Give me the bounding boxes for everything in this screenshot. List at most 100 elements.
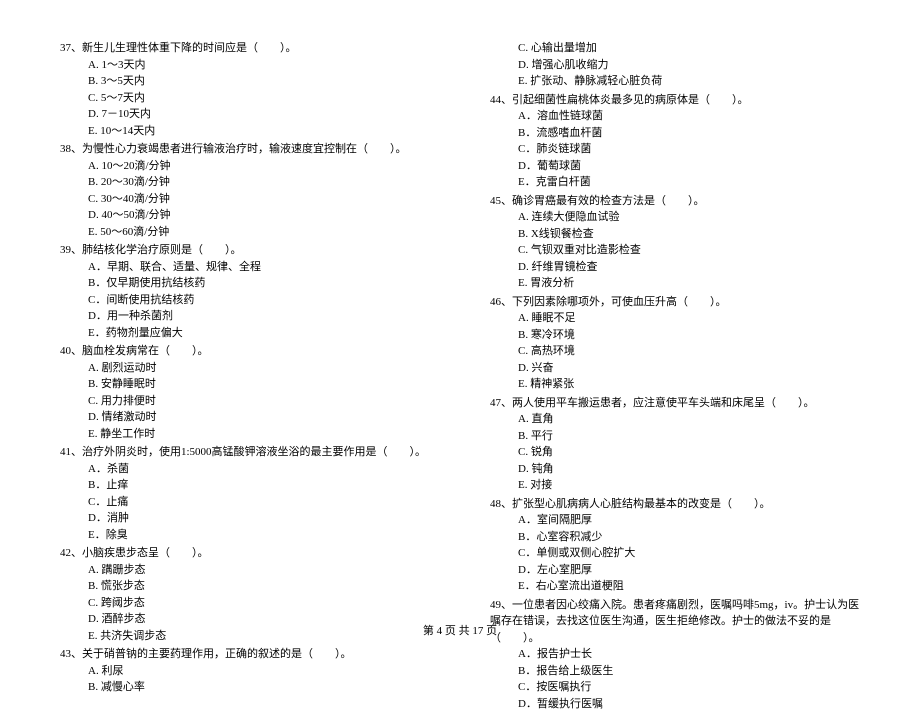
question-stem: 42、小脑疾患步态呈（ ）。: [60, 545, 430, 562]
question-block: 38、为慢性心力衰竭患者进行输液治疗时，输液速度宜控制在（ ）。A. 10～20…: [60, 141, 430, 240]
option-item: B. 安静睡眠时: [88, 376, 430, 393]
options-group: A. 利尿B. 减慢心率: [60, 663, 430, 696]
option-item: C. 心输出量增加: [518, 40, 860, 57]
option-item: A. 10～20滴/分钟: [88, 158, 430, 175]
question-block: 39、肺结核化学治疗原则是（ ）。A．早期、联合、适量、规律、全程B．仅早期使用…: [60, 242, 430, 341]
option-item: B. 20～30滴/分钟: [88, 174, 430, 191]
options-group: A. 直角B. 平行C. 锐角D. 钝角E. 对接: [490, 411, 860, 494]
options-group: C. 心输出量增加D. 增强心肌收缩力E. 扩张动、静脉减轻心脏负荷: [490, 40, 860, 90]
option-item: C. 30～40滴/分钟: [88, 191, 430, 208]
question-block: 44、引起细菌性扁桃体炎最多见的病原体是（ ）。A．溶血性链球菌B．流感嗜血杆菌…: [490, 92, 860, 191]
question-block: 49、一位患者因心绞痛入院。患者疼痛剧烈，医嘱吗啡5mg，iv。护士认为医嘱存在…: [490, 597, 860, 713]
option-item: D. 纤维胃镜检查: [518, 259, 860, 276]
option-item: A. 剧烈运动时: [88, 360, 430, 377]
option-item: B. 减慢心率: [88, 679, 430, 696]
option-item: A. 直角: [518, 411, 860, 428]
question-block: 48、扩张型心肌病病人心脏结构最基本的改变是（ ）。A．室间隔肥厚B．心室容积减…: [490, 496, 860, 595]
option-item: E. 对接: [518, 477, 860, 494]
question-block: C. 心输出量增加D. 增强心肌收缩力E. 扩张动、静脉减轻心脏负荷: [490, 40, 860, 90]
option-item: A．室间隔肥厚: [518, 512, 860, 529]
option-item: E．除臭: [88, 527, 430, 544]
option-item: C．单侧或双侧心腔扩大: [518, 545, 860, 562]
option-item: A. 蹒跚步态: [88, 562, 430, 579]
question-stem: 47、两人使用平车搬运患者，应注意使平车头端和床尾呈（ ）。: [490, 395, 860, 412]
option-item: E．药物剂量应偏大: [88, 325, 430, 342]
option-item: E. 胃液分析: [518, 275, 860, 292]
option-item: D. 钝角: [518, 461, 860, 478]
question-block: 37、新生儿生理性体重下降的时间应是（ ）。A. 1～3天内B. 3～5天内C.…: [60, 40, 430, 139]
option-item: B. 3～5天内: [88, 73, 430, 90]
option-item: E. 静坐工作时: [88, 426, 430, 443]
question-block: 43、关于硝普钠的主要药理作用，正确的叙述的是（ ）。A. 利尿B. 减慢心率: [60, 646, 430, 696]
option-item: A. 1～3天内: [88, 57, 430, 74]
question-block: 47、两人使用平车搬运患者，应注意使平车头端和床尾呈（ ）。A. 直角B. 平行…: [490, 395, 860, 494]
option-item: C. 用力排便时: [88, 393, 430, 410]
option-item: C. 跨阈步态: [88, 595, 430, 612]
question-stem: 43、关于硝普钠的主要药理作用，正确的叙述的是（ ）。: [60, 646, 430, 663]
option-item: D. 兴奋: [518, 360, 860, 377]
option-item: B．流感嗜血杆菌: [518, 125, 860, 142]
option-item: D．左心室肥厚: [518, 562, 860, 579]
option-item: D．消肿: [88, 510, 430, 527]
option-item: A．杀菌: [88, 461, 430, 478]
option-item: C．按医嘱执行: [518, 679, 860, 696]
question-block: 46、下列因素除哪项外，可使血压升高（ ）。A. 睡眠不足B. 寒冷环境C. 高…: [490, 294, 860, 393]
options-group: A. 1～3天内B. 3～5天内C. 5～7天内D. 7－10天内E. 10～1…: [60, 57, 430, 140]
option-item: E. 10～14天内: [88, 123, 430, 140]
option-item: A. 利尿: [88, 663, 430, 680]
question-stem: 38、为慢性心力衰竭患者进行输液治疗时，输液速度宜控制在（ ）。: [60, 141, 430, 158]
option-item: B．报告给上级医生: [518, 663, 860, 680]
question-stem: 46、下列因素除哪项外，可使血压升高（ ）。: [490, 294, 860, 311]
option-item: D．葡萄球菌: [518, 158, 860, 175]
options-group: A．杀菌B．止痒C．止痛D．消肿E．除臭: [60, 461, 430, 544]
option-item: E．右心室流出道梗阻: [518, 578, 860, 595]
question-block: 45、确诊胃癌最有效的检查方法是（ ）。A. 连续大便隐血试验B. X线钡餐检查…: [490, 193, 860, 292]
question-stem: 44、引起细菌性扁桃体炎最多见的病原体是（ ）。: [490, 92, 860, 109]
options-group: A. 睡眠不足B. 寒冷环境C. 高热环境D. 兴奋E. 精神紧张: [490, 310, 860, 393]
option-item: D. 情绪激动时: [88, 409, 430, 426]
option-item: B．心室容积减少: [518, 529, 860, 546]
question-stem: 39、肺结核化学治疗原则是（ ）。: [60, 242, 430, 259]
option-item: B. X线钡餐检查: [518, 226, 860, 243]
option-item: A．报告护士长: [518, 646, 860, 663]
option-item: E. 扩张动、静脉减轻心脏负荷: [518, 73, 860, 90]
options-group: A．早期、联合、适量、规律、全程B．仅早期使用抗结核药C．间断使用抗结核药D．用…: [60, 259, 430, 342]
question-stem: 40、脑血栓发病常在（ ）。: [60, 343, 430, 360]
option-item: E. 精神紧张: [518, 376, 860, 393]
page-footer: 第 4 页 共 17 页: [0, 622, 920, 638]
options-group: A．室间隔肥厚B．心室容积减少C．单侧或双侧心腔扩大D．左心室肥厚E．右心室流出…: [490, 512, 860, 595]
option-item: C．肺炎链球菌: [518, 141, 860, 158]
option-item: D. 增强心肌收缩力: [518, 57, 860, 74]
options-group: A. 连续大便隐血试验B. X线钡餐检查C. 气钡双重对比造影检查D. 纤维胃镜…: [490, 209, 860, 292]
options-group: A．溶血性链球菌B．流感嗜血杆菌C．肺炎链球菌D．葡萄球菌E．克雷白杆菌: [490, 108, 860, 191]
question-block: 40、脑血栓发病常在（ ）。A. 剧烈运动时B. 安静睡眠时C. 用力排便时D.…: [60, 343, 430, 442]
option-item: A．早期、联合、适量、规律、全程: [88, 259, 430, 276]
option-item: D．暂缓执行医嘱: [518, 696, 860, 713]
option-item: C. 气钡双重对比造影检查: [518, 242, 860, 259]
question-block: 41、治疗外阴炎时，使用1:5000高锰酸钾溶液坐浴的最主要作用是（ ）。A．杀…: [60, 444, 430, 543]
options-group: A．报告护士长B．报告给上级医生C．按医嘱执行D．暂缓执行医嘱: [490, 646, 860, 712]
option-item: B．止痒: [88, 477, 430, 494]
option-item: D. 40～50滴/分钟: [88, 207, 430, 224]
option-item: B. 平行: [518, 428, 860, 445]
option-item: C．止痛: [88, 494, 430, 511]
option-item: B. 寒冷环境: [518, 327, 860, 344]
question-stem: 48、扩张型心肌病病人心脏结构最基本的改变是（ ）。: [490, 496, 860, 513]
options-group: A. 剧烈运动时B. 安静睡眠时C. 用力排便时D. 情绪激动时E. 静坐工作时: [60, 360, 430, 443]
option-item: B. 慌张步态: [88, 578, 430, 595]
option-item: C. 高热环境: [518, 343, 860, 360]
option-item: B．仅早期使用抗结核药: [88, 275, 430, 292]
option-item: D. 7－10天内: [88, 106, 430, 123]
question-stem: 45、确诊胃癌最有效的检查方法是（ ）。: [490, 193, 860, 210]
option-item: C. 锐角: [518, 444, 860, 461]
option-item: C．间断使用抗结核药: [88, 292, 430, 309]
question-stem: 41、治疗外阴炎时，使用1:5000高锰酸钾溶液坐浴的最主要作用是（ ）。: [60, 444, 430, 461]
option-item: D．用一种杀菌剂: [88, 308, 430, 325]
option-item: A. 连续大便隐血试验: [518, 209, 860, 226]
option-item: E. 50～60滴/分钟: [88, 224, 430, 241]
question-stem: 37、新生儿生理性体重下降的时间应是（ ）。: [60, 40, 430, 57]
options-group: A. 10～20滴/分钟B. 20～30滴/分钟C. 30～40滴/分钟D. 4…: [60, 158, 430, 241]
option-item: A．溶血性链球菌: [518, 108, 860, 125]
option-item: C. 5～7天内: [88, 90, 430, 107]
option-item: E．克雷白杆菌: [518, 174, 860, 191]
